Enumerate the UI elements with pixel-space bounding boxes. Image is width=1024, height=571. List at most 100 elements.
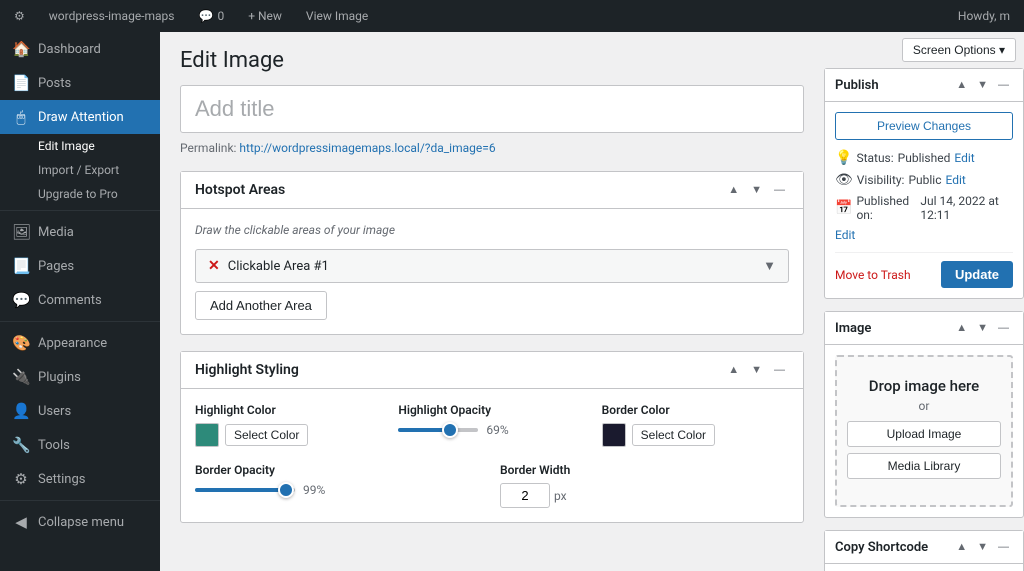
sidebar-item-tools[interactable]: 🔧 Tools xyxy=(0,428,160,462)
sidebar-item-collapse[interactable]: ◀ Collapse menu xyxy=(0,505,160,539)
sidebar-divider3 xyxy=(0,500,160,501)
publish-date-edit-link[interactable]: Edit xyxy=(835,228,1013,242)
drop-or: or xyxy=(847,399,1001,413)
border-opacity-row: 99% xyxy=(195,483,484,497)
highlight-opacity-slider[interactable] xyxy=(398,428,478,432)
publish-panel: Publish ▲ ▼ — Preview Changes 💡 Status: … xyxy=(824,68,1024,299)
publish-down-btn[interactable]: ▼ xyxy=(973,77,992,93)
highlight-opacity-row: 69% xyxy=(398,423,585,437)
shortcode-toggle-btn[interactable]: — xyxy=(994,539,1013,555)
shortcode-panel-header: Copy Shortcode ▲ ▼ — xyxy=(825,531,1023,564)
highlight-opacity-label: Highlight Opacity xyxy=(398,403,585,417)
highlight-toggle-btn[interactable]: — xyxy=(770,362,789,378)
sidebar-item-label: Tools xyxy=(38,438,70,453)
px-label: px xyxy=(554,489,567,503)
wp-logo[interactable]: ⚙ xyxy=(8,0,31,32)
site-name[interactable]: wordpress-image-maps xyxy=(43,0,181,32)
sidebar-item-label: Collapse menu xyxy=(38,515,124,530)
permalink: Permalink: http://wordpressimagemaps.loc… xyxy=(180,141,804,155)
sidebar-item-label: Media xyxy=(38,225,74,240)
hotspot-description: Draw the clickable areas of your image xyxy=(195,223,789,237)
plugins-icon: 🔌 xyxy=(12,368,30,386)
shortcode-panel-content: [drawattention] xyxy=(825,564,1023,571)
sidebar-item-settings[interactable]: ⚙ Settings xyxy=(0,462,160,496)
shortcode-panel-controls: ▲ ▼ — xyxy=(952,539,1013,555)
hotspot-toggle-btn[interactable]: — xyxy=(770,182,789,198)
dashboard-icon: 🏠 xyxy=(12,40,30,58)
sidebar-sub-import-export[interactable]: Import / Export xyxy=(0,158,160,182)
appearance-icon: 🎨 xyxy=(12,334,30,352)
hotspot-up-btn[interactable]: ▲ xyxy=(724,182,743,198)
border-width-label: Border Width xyxy=(500,463,789,477)
hotspot-down-btn[interactable]: ▼ xyxy=(747,182,766,198)
hotspot-panel-header[interactable]: Hotspot Areas ▲ ▼ — xyxy=(181,172,803,209)
sidebar-sub-upgrade[interactable]: Upgrade to Pro xyxy=(0,182,160,206)
sidebar-item-pages[interactable]: 📃 Pages xyxy=(0,249,160,283)
title-input[interactable] xyxy=(180,85,804,133)
highlight-panel-header[interactable]: Highlight Styling ▲ ▼ — xyxy=(181,352,803,389)
image-panel-controls: ▲ ▼ — xyxy=(952,320,1013,336)
users-icon: 👤 xyxy=(12,402,30,420)
area-toggle-btn[interactable]: ▼ xyxy=(763,258,776,274)
sidebar-item-label: Users xyxy=(38,404,71,419)
sidebar-item-dashboard[interactable]: 🏠 Dashboard xyxy=(0,32,160,66)
add-area-button[interactable]: Add Another Area xyxy=(195,291,327,320)
view-image-link[interactable]: View Image xyxy=(300,0,374,32)
sub-upgrade-label: Upgrade to Pro xyxy=(38,187,118,201)
update-button[interactable]: Update xyxy=(941,261,1013,288)
image-drop-area[interactable]: Drop image here or Upload Image Media Li… xyxy=(835,355,1013,507)
preview-changes-button[interactable]: Preview Changes xyxy=(835,112,1013,140)
status-edit-link[interactable]: Edit xyxy=(954,151,974,165)
howdy-menu[interactable]: Howdy, m xyxy=(952,0,1016,32)
image-up-btn[interactable]: ▲ xyxy=(952,320,971,336)
border-width-item: Border Width px xyxy=(500,463,789,508)
screen-options-button[interactable]: Screen Options ▾ xyxy=(902,38,1016,62)
draw-attention-icon: 🖱 xyxy=(12,108,30,126)
visibility-edit-link[interactable]: Edit xyxy=(946,173,966,187)
shortcode-down-btn[interactable]: ▼ xyxy=(973,539,992,555)
media-library-button[interactable]: Media Library xyxy=(847,453,1001,479)
border-width-input[interactable] xyxy=(500,483,550,508)
shortcode-panel-title: Copy Shortcode xyxy=(835,540,928,555)
area-delete-btn[interactable]: ✕ xyxy=(208,258,220,274)
border-opacity-value: 99% xyxy=(303,483,325,497)
image-panel-title: Image xyxy=(835,321,871,336)
posts-icon: 📄 xyxy=(12,74,30,92)
highlight-color-item: Highlight Color Select Color xyxy=(195,403,382,447)
border-opacity-slider[interactable] xyxy=(195,488,295,492)
sidebar-item-label: Plugins xyxy=(38,370,81,385)
sidebar-item-comments[interactable]: 💬 Comments xyxy=(0,283,160,317)
border-color-select-btn[interactable]: Select Color xyxy=(632,424,715,446)
hotspot-panel-content: Draw the clickable areas of your image ✕… xyxy=(181,209,803,334)
status-row: 💡 Status: Published Edit xyxy=(835,150,1013,166)
sidebar-item-plugins[interactable]: 🔌 Plugins xyxy=(0,360,160,394)
sidebar-item-posts[interactable]: 📄 Posts xyxy=(0,66,160,100)
publish-footer: Move to Trash Update xyxy=(835,252,1013,288)
highlight-color-swatch[interactable] xyxy=(195,423,219,447)
border-color-swatch[interactable] xyxy=(602,423,626,447)
comments-link[interactable]: 💬 0 xyxy=(192,0,230,32)
highlight-down-btn[interactable]: ▼ xyxy=(747,362,766,378)
area-name: Clickable Area #1 xyxy=(228,259,329,274)
published-on-label: Published on: xyxy=(856,194,916,222)
image-toggle-btn[interactable]: — xyxy=(994,320,1013,336)
shortcode-up-btn[interactable]: ▲ xyxy=(952,539,971,555)
pages-icon: 📃 xyxy=(12,257,30,275)
sidebar-item-draw-attention[interactable]: 🖱 Draw Attention xyxy=(0,100,160,134)
publish-up-btn[interactable]: ▲ xyxy=(952,77,971,93)
sidebar-item-media[interactable]: 🖼 Media xyxy=(0,215,160,249)
upload-image-button[interactable]: Upload Image xyxy=(847,421,1001,447)
styling-grid: Highlight Color Select Color Highlight O… xyxy=(195,403,789,447)
move-trash-link[interactable]: Move to Trash xyxy=(835,268,911,282)
highlight-color-select-btn[interactable]: Select Color xyxy=(225,424,308,446)
publish-toggle-btn[interactable]: — xyxy=(994,77,1013,93)
sidebar-item-appearance[interactable]: 🎨 Appearance xyxy=(0,326,160,360)
visibility-icon: 👁 xyxy=(835,172,853,188)
sidebar-item-users[interactable]: 👤 Users xyxy=(0,394,160,428)
permalink-url[interactable]: http://wordpressimagemaps.local/?da_imag… xyxy=(239,141,495,155)
sidebar-item-label: Appearance xyxy=(38,336,107,351)
sidebar-sub-edit-image[interactable]: Edit Image xyxy=(0,134,160,158)
image-down-btn[interactable]: ▼ xyxy=(973,320,992,336)
highlight-up-btn[interactable]: ▲ xyxy=(724,362,743,378)
new-link[interactable]: + New xyxy=(242,0,288,32)
